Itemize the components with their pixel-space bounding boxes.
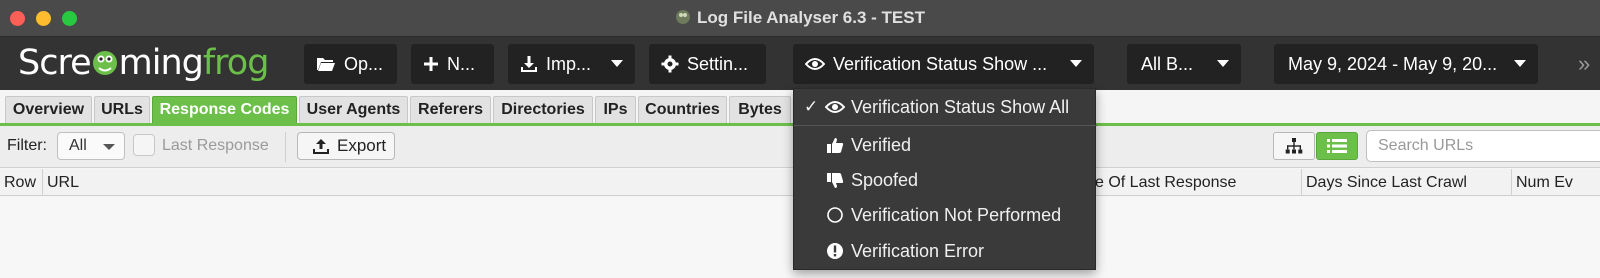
- window-title-text: Log File Analyser 6.3 - TEST: [697, 8, 925, 27]
- eye-icon: [805, 57, 825, 71]
- date-range-label: May 9, 2024 - May 9, 20...: [1288, 53, 1498, 74]
- menu-item-label: Verification Error: [851, 240, 985, 261]
- new-button-label: N...: [447, 53, 476, 74]
- thumbs-down-icon: [824, 172, 846, 189]
- tab-urls[interactable]: URLs: [94, 96, 150, 123]
- verification-status-menu: ✓ Verification Status Show All Verified …: [793, 88, 1097, 270]
- search-urls-input[interactable]: Search URLs: [1366, 130, 1600, 162]
- frog-logo-icon: [92, 51, 117, 75]
- circle-outline-icon: [824, 206, 846, 224]
- export-button-label: Export: [337, 136, 387, 155]
- screaming-frog-logo: Scre mingfrog: [18, 43, 270, 83]
- filter-divider: [285, 132, 286, 162]
- verification-status-dropdown[interactable]: Verification Status Show ...: [793, 44, 1094, 84]
- caret-down-icon: [1207, 60, 1229, 68]
- open-button[interactable]: Op...: [304, 44, 397, 84]
- sitemap-icon: [1285, 138, 1303, 154]
- menu-item-show-all[interactable]: ✓ Verification Status Show All: [794, 90, 1097, 124]
- last-response-label: Last Response: [162, 137, 269, 154]
- column-header-num-events[interactable]: Num Ev: [1512, 169, 1600, 196]
- verification-status-label: Verification Status Show ...: [833, 53, 1048, 74]
- eye-icon: [824, 100, 846, 114]
- toolbar-overflow-button[interactable]: »: [1578, 51, 1590, 77]
- settings-button-label: Settin...: [687, 53, 749, 74]
- bots-dropdown[interactable]: All B...: [1127, 44, 1241, 84]
- caret-down-icon: [601, 60, 623, 68]
- logo-text-part: ming: [118, 43, 204, 83]
- menu-item-verified[interactable]: Verified: [794, 128, 1097, 162]
- last-response-checkbox[interactable]: [133, 134, 155, 156]
- logo-text-part: frog: [202, 43, 270, 83]
- menu-item-label: Verification Not Performed: [851, 204, 1062, 225]
- column-header-last-response[interactable]: e Of Last Response: [1095, 169, 1302, 196]
- column-header-row[interactable]: Row: [0, 169, 43, 196]
- tab-directories[interactable]: Directories: [493, 96, 593, 123]
- tab-countries[interactable]: Countries: [638, 96, 727, 123]
- open-button-label: Op...: [344, 53, 384, 74]
- tab-ips[interactable]: IPs: [595, 96, 636, 123]
- caret-down-icon: [1504, 60, 1526, 68]
- filter-select[interactable]: All: [57, 132, 125, 160]
- menu-item-not-performed[interactable]: Verification Not Performed: [794, 198, 1097, 232]
- tree-view-button[interactable]: [1273, 132, 1315, 160]
- bots-dropdown-label: All B...: [1141, 53, 1194, 74]
- new-button[interactable]: N...: [411, 44, 494, 84]
- main-toolbar: Scre mingfrog Op... N... Imp... Settin...…: [0, 37, 1600, 90]
- frog-app-icon: [675, 9, 691, 25]
- filter-label: Filter:: [7, 137, 47, 154]
- menu-item-label: Verification Status Show All: [851, 96, 1070, 117]
- list-view-button[interactable]: [1316, 132, 1358, 160]
- import-button[interactable]: Imp...: [508, 44, 635, 84]
- exclamation-circle-icon: [824, 242, 846, 260]
- tab-bytes[interactable]: Bytes: [729, 96, 791, 123]
- menu-item-spoofed[interactable]: Spoofed: [794, 163, 1097, 197]
- thumbs-up-icon: [824, 137, 846, 154]
- window-title: Log File Analyser 6.3 - TEST: [0, 8, 1600, 28]
- checkmark-icon: ✓: [804, 97, 819, 116]
- menu-item-label: Spoofed: [851, 169, 919, 190]
- date-range-dropdown[interactable]: May 9, 2024 - May 9, 20...: [1274, 44, 1538, 84]
- list-icon: [1327, 138, 1347, 154]
- import-button-label: Imp...: [546, 53, 592, 74]
- gear-icon: [661, 55, 679, 73]
- settings-button[interactable]: Settin...: [649, 44, 766, 84]
- tab-response-codes[interactable]: Response Codes: [152, 96, 297, 123]
- export-button[interactable]: Export: [297, 132, 395, 160]
- folder-open-icon: [316, 56, 336, 72]
- logo-text-part: Scre: [18, 43, 92, 83]
- title-bar: Log File Analyser 6.3 - TEST: [0, 0, 1600, 37]
- menu-divider: [794, 125, 1097, 126]
- column-header-days-since-last-crawl[interactable]: Days Since Last Crawl: [1302, 169, 1512, 196]
- plus-icon: [423, 56, 439, 72]
- filter-select-value: All: [69, 137, 87, 154]
- column-header-url[interactable]: URL: [43, 169, 795, 196]
- caret-down-icon: [1060, 60, 1082, 68]
- menu-item-label: Verified: [851, 134, 912, 155]
- upload-icon: [312, 138, 330, 155]
- download-icon: [520, 55, 538, 73]
- tab-user-agents[interactable]: User Agents: [299, 96, 408, 123]
- menu-item-verification-error[interactable]: Verification Error: [794, 234, 1097, 268]
- tab-overview[interactable]: Overview: [5, 96, 92, 123]
- tab-referers[interactable]: Referers: [410, 96, 491, 123]
- chevron-down-icon: [103, 144, 115, 150]
